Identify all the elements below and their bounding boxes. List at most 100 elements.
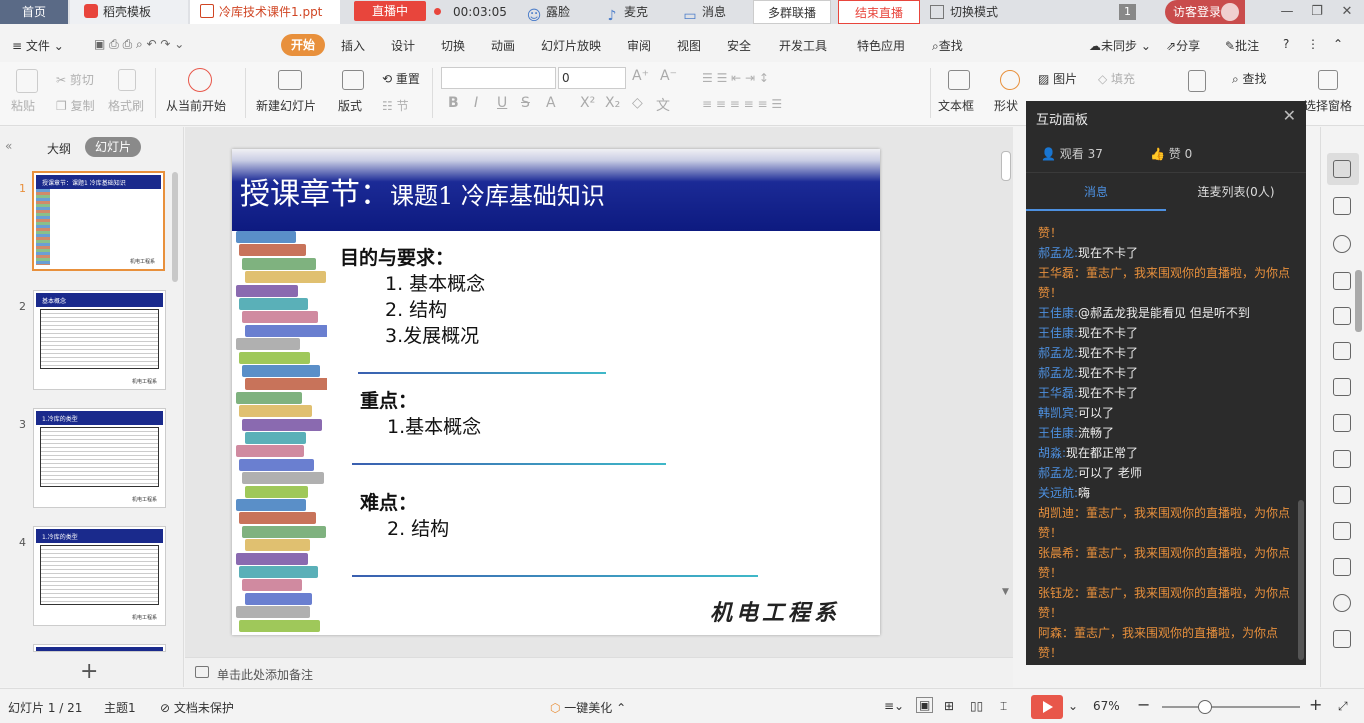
slide-sorter-icon[interactable]: ⊞ [944,699,954,713]
section-button[interactable]: ☷ 节 [382,97,409,114]
reading-view-icon[interactable]: ▯▯ [970,699,983,713]
window-count-badge[interactable]: 1 [1119,4,1136,20]
tab-slides[interactable]: 幻灯片 [85,137,141,157]
end-live-button[interactable]: 结束直播 [838,0,920,24]
alignment-icons[interactable]: ≡ ≡ ≡ ≡ ≡ ☰ [702,97,782,111]
font-name-select[interactable] [441,67,556,89]
shape-button[interactable]: 形状 [994,97,1018,114]
difficulty-item[interactable]: 2. 结构 [387,514,449,541]
picture-stack-icon[interactable] [1333,558,1351,576]
add-slide-icon[interactable]: + [80,659,98,684]
tab-document[interactable]: 冷库技术课件1.ppt [190,0,340,24]
subscript-icon[interactable]: X₂ [605,95,620,111]
notes-area[interactable]: 单击此处添加备注 [185,657,1013,687]
menu-start[interactable]: 开始 [281,34,325,56]
shield-icon[interactable] [1333,630,1351,648]
strikethrough-icon[interactable]: S [521,95,530,111]
fit-view-icon[interactable]: ⌶ [1000,699,1007,714]
font-size-select[interactable]: 0 [558,67,626,89]
menu-view[interactable]: 视图 [677,37,701,54]
guest-login-button[interactable]: 访客登录 [1165,0,1245,24]
format-painter-button[interactable]: 格式刷 [108,97,144,114]
new-slide-button[interactable]: 新建幻灯片 [256,97,316,114]
messages-button[interactable]: ▭ 消息 [682,0,726,24]
ribbon-scrollbar[interactable] [1355,270,1362,332]
tab-mic-list[interactable]: 连麦列表(0人) [1166,173,1306,211]
close-panel-icon[interactable]: ✕ [1283,106,1296,125]
current-slide[interactable]: 授课章节：课题1 冷库基础知识 目的与要求： 1. 基本概念 2. 结构 3.发… [232,149,880,635]
play-options-icon[interactable]: ⌄ [1068,699,1078,713]
menu-slideshow[interactable]: 幻灯片放映 [541,37,601,54]
select-pane-button[interactable]: 选择窗格 [1304,97,1352,114]
zoom-out-icon[interactable]: − [1137,695,1150,714]
slide-thumbnail-3[interactable]: 1.冷库的类型 机电工程系 [33,408,166,508]
sync-status[interactable]: ☁未同步 ⌄ [1089,37,1151,54]
slide-thumbnail-1[interactable]: 授课章节：课题1 冷库基础知识 机电工程系 [32,171,165,271]
canvas-scrollbar-thumb[interactable] [1001,151,1011,181]
grid-layout-icon[interactable] [1333,342,1351,360]
file-menu[interactable]: ≡ 文件 ⌄ [12,37,64,54]
copy-button[interactable]: ❐ 复制 [56,97,95,114]
close-window-icon[interactable]: ✕ [1336,0,1358,24]
menu-review[interactable]: 审阅 [627,37,651,54]
tab-home[interactable]: 首页 [0,0,68,24]
italic-icon[interactable]: I [474,95,478,111]
theme-name[interactable]: 主题1 [104,699,136,716]
beautify-button[interactable]: ⬡ 一键美化 ⌃ [550,699,626,716]
reset-button[interactable]: ⟲ 重置 [382,70,420,87]
comment-button[interactable]: ✎批注 [1225,37,1259,54]
slide-thumbnail-2[interactable]: 基本概念 机电工程系 [33,290,166,390]
clear-format-icon[interactable]: ◇ [632,95,643,111]
image-icon[interactable] [1333,450,1351,468]
slide-thumbnail-5-partial[interactable] [33,644,166,652]
menu-features[interactable]: 特色应用 [857,37,905,54]
key-points-heading[interactable]: 重点： [360,386,417,413]
export-icon[interactable] [1333,486,1351,504]
copy-style-icon[interactable] [1333,197,1351,215]
picture-button[interactable]: ▨ 图片 [1038,70,1077,87]
zoom-level[interactable]: 67% [1093,699,1120,713]
find-button[interactable]: ⌕ 查找 [1232,70,1267,87]
paste-button[interactable]: 粘贴 [11,97,35,114]
restore-icon[interactable]: ❐ [1306,0,1328,24]
goal-item[interactable]: 2. 结构 [385,295,447,322]
slide-title[interactable]: 授课章节：课题1 冷库基础知识 [240,169,605,213]
key-point-item[interactable]: 1.基本概念 [387,412,481,439]
menu-transition[interactable]: 切换 [441,37,465,54]
audio-icon[interactable] [1333,594,1351,612]
message-scrollbar[interactable] [1298,500,1304,660]
fit-window-icon[interactable]: ⤢ [1338,699,1348,714]
menu-insert[interactable]: 插入 [341,37,365,54]
message-list[interactable]: 赞！ 郝孟龙:现在不卡了 王华磊：董志广，我来围观你的直播啦，为你点 赞！ 王佳康:@郝… [1026,223,1306,665]
collapse-ribbon-icon[interactable]: ⌃ [1333,37,1343,51]
menu-security[interactable]: 安全 [727,37,751,54]
normal-view-icon[interactable]: ▣ [916,697,934,713]
notes-toggle-icon[interactable]: ≡⌄ [884,699,904,713]
mic-toggle-button[interactable]: ♪ 麦克 [604,0,648,24]
camera-toggle-button[interactable]: ☺ 露脸 [526,0,570,24]
thumbnail-scrollbar[interactable] [172,172,178,282]
menu-design[interactable]: 设计 [391,37,415,54]
text-style-icon[interactable] [1333,272,1351,290]
help-icon[interactable]: ? [1283,37,1289,51]
collapse-pane-icon[interactable]: « [5,139,12,153]
quick-access-toolbar[interactable]: ▣ ⎙ ⎙ ⌕ ↶ ↷ ⌄ [94,37,184,52]
menu-developer[interactable]: 开发工具 [779,37,827,54]
goals-heading[interactable]: 目的与要求： [340,243,454,270]
goal-item[interactable]: 3.发展概况 [385,321,479,348]
bullet-list-icons[interactable]: ☰ ☰ ⇤ ⇥ ↕ [702,71,769,85]
from-current-button[interactable]: 从当前开始 [166,97,226,114]
tab-messages[interactable]: 消息 [1026,173,1166,211]
more-icon[interactable]: ⋮ [1307,37,1319,51]
scroll-down-icon[interactable]: ▼ [1002,587,1009,597]
difficulty-heading[interactable]: 难点： [360,488,417,515]
settings-sliders-icon[interactable] [1333,414,1351,432]
play-slideshow-button[interactable] [1031,695,1063,719]
zoom-in-icon[interactable]: + [1309,695,1322,714]
slide-thumbnail-4[interactable]: 1.冷库的类型 机电工程系 [33,526,166,626]
minimize-icon[interactable]: — [1276,0,1298,24]
cut-button[interactable]: ✂ 剪切 [56,71,94,88]
archive-icon[interactable] [1333,522,1351,540]
zoom-slider-track[interactable] [1162,706,1300,708]
zoom-slider-handle[interactable] [1198,700,1212,714]
